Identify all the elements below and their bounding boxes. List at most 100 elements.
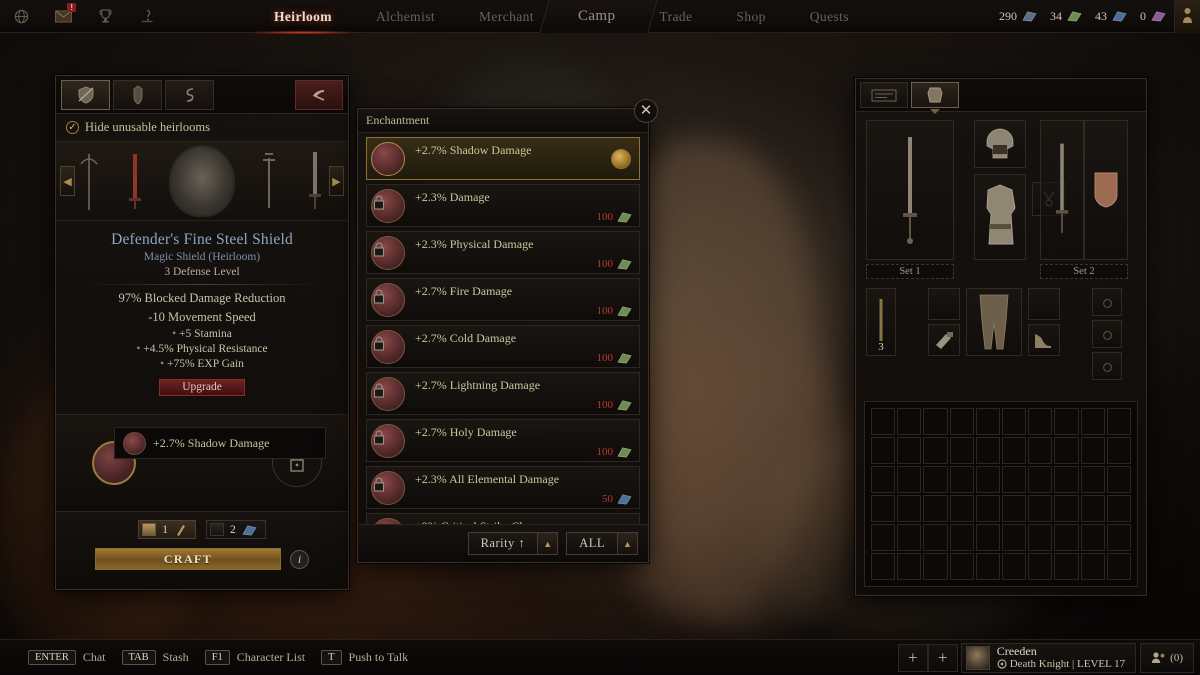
- filter-dropdown-chevron-icon[interactable]: ▲: [617, 533, 637, 554]
- slot-shoulders[interactable]: [928, 288, 960, 320]
- selected-indicator[interactable]: [611, 148, 631, 169]
- inventory-cell[interactable]: [1028, 408, 1053, 435]
- add-slot-button-2[interactable]: +: [927, 643, 958, 672]
- set-2-label[interactable]: Set 2: [1040, 264, 1128, 279]
- enchantment-row-fire-damage[interactable]: +2.7% Fire Damage 100: [366, 278, 640, 321]
- inventory-cell[interactable]: [871, 466, 896, 493]
- enchantment-row-all-elemental-damage[interactable]: +2.3% All Elemental Damage 50: [366, 466, 640, 509]
- slot-ring-3[interactable]: [1092, 352, 1122, 380]
- inventory-cell[interactable]: [1080, 495, 1105, 522]
- inventory-cell[interactable]: [1080, 553, 1105, 580]
- slot-pants[interactable]: [966, 288, 1022, 356]
- inventory-cell[interactable]: [1002, 524, 1027, 551]
- inventory-cell[interactable]: [1028, 466, 1053, 493]
- sort-dropdown-chevron-icon[interactable]: ▲: [537, 533, 558, 554]
- enchantment-row-critical-strike-chance[interactable]: +9% Critical Strike Chance: [366, 513, 640, 524]
- craft-button[interactable]: CRAFT: [95, 548, 281, 570]
- inventory-cell[interactable]: [1028, 524, 1053, 551]
- inventory-cell[interactable]: [923, 466, 948, 493]
- nav-item-camp[interactable]: Camp: [556, 0, 637, 33]
- inventory-cell[interactable]: [975, 495, 1000, 522]
- filter-dropdown[interactable]: ALL ▲: [566, 532, 638, 555]
- enchantment-row-cold-damage[interactable]: +2.7% Cold Damage 100: [366, 325, 640, 368]
- inventory-cell[interactable]: [975, 524, 1000, 551]
- inventory-grid[interactable]: [871, 408, 1131, 580]
- inventory-cell[interactable]: [1002, 466, 1027, 493]
- tab-jewelry[interactable]: [165, 79, 214, 110]
- carousel-prev-arrow[interactable]: ◀: [60, 166, 75, 196]
- inventory-cell[interactable]: [1028, 437, 1053, 464]
- slot-boots[interactable]: [1028, 324, 1060, 356]
- enchantment-row-shadow-damage[interactable]: +2.7% Shadow Damage: [366, 137, 640, 180]
- carousel-next-arrow[interactable]: ▶: [329, 166, 344, 196]
- inventory-cell[interactable]: [949, 524, 974, 551]
- inventory-cell[interactable]: [897, 495, 922, 522]
- inventory-cell[interactable]: [897, 408, 922, 435]
- inventory-cell[interactable]: [949, 553, 974, 580]
- enchantment-row-lightning-damage[interactable]: +2.7% Lightning Damage 100: [366, 372, 640, 415]
- hotkey-stash[interactable]: TAB Stash: [121, 650, 189, 665]
- inventory-cell[interactable]: [897, 553, 922, 580]
- party-button[interactable]: (0): [1140, 642, 1194, 673]
- inventory-cell[interactable]: [1054, 408, 1079, 435]
- enchantment-list[interactable]: +2.7% Shadow Damage +2.3% Damage 100 +2.…: [358, 133, 648, 524]
- inventory-cell[interactable]: [871, 524, 896, 551]
- slot-gloves[interactable]: [928, 324, 960, 356]
- inventory-cell[interactable]: [1002, 408, 1027, 435]
- trophy-icon[interactable]: [84, 0, 126, 33]
- nav-item-shop[interactable]: Shop: [714, 0, 787, 33]
- inventory-cell[interactable]: [1080, 466, 1105, 493]
- inventory-cell[interactable]: [1054, 553, 1079, 580]
- nav-item-quests[interactable]: Quests: [788, 0, 871, 33]
- tab-equipment[interactable]: [911, 82, 959, 108]
- inventory-cell[interactable]: [1080, 437, 1105, 464]
- slot-torch[interactable]: 3: [866, 288, 896, 356]
- hotkey-character-list[interactable]: F1 Character List: [204, 650, 305, 665]
- nav-item-heirloom[interactable]: Heirloom: [252, 0, 354, 34]
- enchantment-row-holy-damage[interactable]: +2.7% Holy Damage 100: [366, 419, 640, 462]
- mail-icon[interactable]: !: [42, 0, 84, 33]
- inventory-cell[interactable]: [1106, 408, 1131, 435]
- carousel-item-trident[interactable]: [77, 150, 101, 212]
- inventory-cell[interactable]: [1002, 553, 1027, 580]
- inventory-cell[interactable]: [923, 437, 948, 464]
- inventory-cell[interactable]: [1028, 495, 1053, 522]
- inventory-cell[interactable]: [1028, 553, 1053, 580]
- tab-armor[interactable]: [113, 79, 162, 110]
- upgrade-button[interactable]: Upgrade: [159, 379, 245, 396]
- inventory-cell[interactable]: [871, 495, 896, 522]
- inventory-cell[interactable]: [949, 437, 974, 464]
- inventory-cell[interactable]: [1080, 524, 1105, 551]
- character-portrait-button[interactable]: [1174, 0, 1200, 33]
- slot-chest[interactable]: [974, 174, 1026, 260]
- player-card[interactable]: Creeden Death Knight | LEVEL 17: [960, 642, 1137, 673]
- nav-item-trade[interactable]: Trade: [637, 0, 714, 33]
- enchantment-row-damage[interactable]: +2.3% Damage 100: [366, 184, 640, 227]
- inventory-cell[interactable]: [923, 408, 948, 435]
- slot-ring-1[interactable]: [1092, 288, 1122, 316]
- hide-unusable-checkbox[interactable]: ✓ Hide unusable heirlooms: [56, 114, 348, 139]
- inventory-cell[interactable]: [1002, 495, 1027, 522]
- nav-item-alchemist[interactable]: Alchemist: [354, 0, 457, 33]
- inventory-cell[interactable]: [871, 437, 896, 464]
- inventory-cell[interactable]: [949, 408, 974, 435]
- enchantment-row-physical-damage[interactable]: +2.3% Physical Damage 100: [366, 231, 640, 274]
- inventory-cell[interactable]: [949, 466, 974, 493]
- inventory-cell[interactable]: [1080, 408, 1105, 435]
- inventory-cell[interactable]: [897, 466, 922, 493]
- inventory-cell[interactable]: [1054, 466, 1079, 493]
- carousel-item-sword[interactable]: [303, 150, 327, 212]
- info-button[interactable]: i: [290, 549, 309, 569]
- slot-ring-2[interactable]: [1092, 320, 1122, 348]
- inventory-cell[interactable]: [975, 553, 1000, 580]
- inventory-cell[interactable]: [1106, 524, 1131, 551]
- inventory-cell[interactable]: [1054, 495, 1079, 522]
- inventory-cell[interactable]: [975, 408, 1000, 435]
- close-panel-button[interactable]: [295, 79, 343, 110]
- slot-set1-weapon[interactable]: [866, 120, 954, 260]
- inventory-cell[interactable]: [871, 553, 896, 580]
- carousel-item-red-sword[interactable]: [123, 150, 147, 212]
- inventory-cell[interactable]: [1054, 437, 1079, 464]
- inventory-cell[interactable]: [897, 437, 922, 464]
- inventory-cell[interactable]: [1002, 437, 1027, 464]
